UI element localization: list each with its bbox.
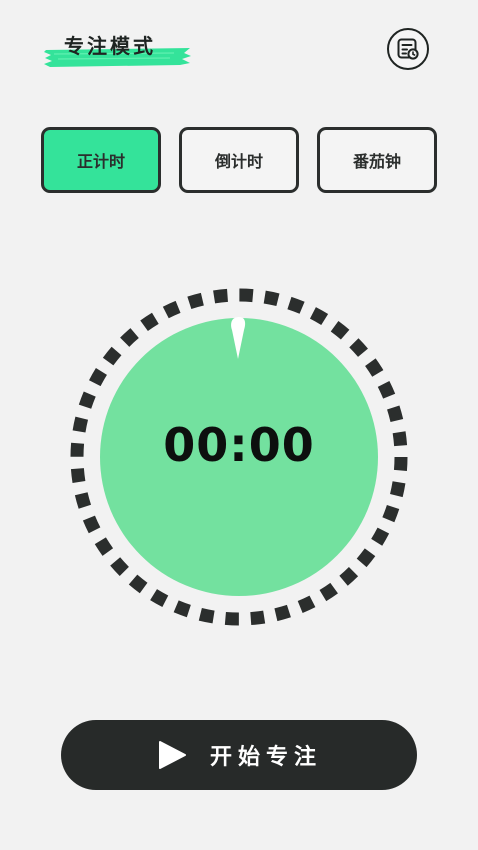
play-icon bbox=[158, 741, 186, 769]
timer-display: 00:00 bbox=[163, 418, 315, 472]
start-focus-button[interactable]: 开始专注 bbox=[61, 720, 417, 790]
start-focus-label: 开始专注 bbox=[209, 745, 322, 770]
